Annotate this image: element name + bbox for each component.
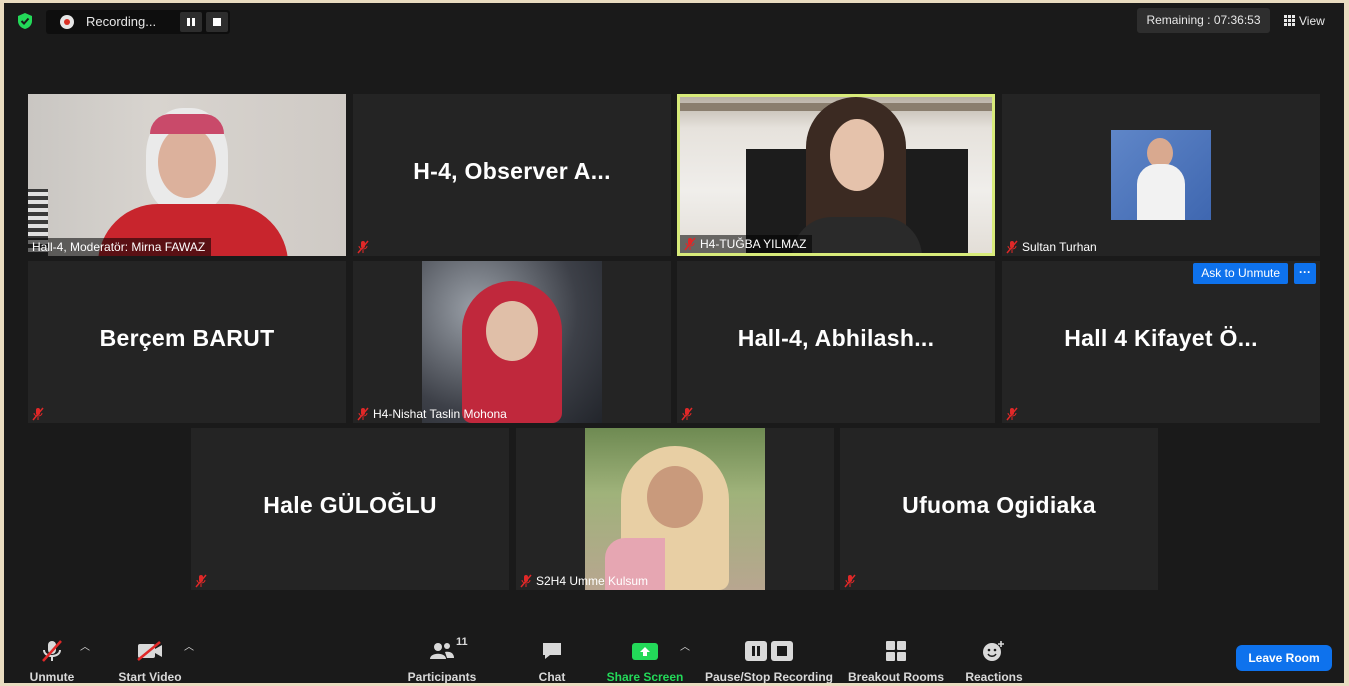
- participant-profile-picture: [585, 428, 765, 590]
- reactions-label: Reactions: [965, 670, 1023, 683]
- mic-muted-icon: [844, 574, 856, 588]
- participant-tile[interactable]: Hall-4, Moderatör: Mirna FAWAZ: [28, 94, 346, 256]
- mic-muted-icon: [32, 407, 44, 421]
- breakout-rooms-label: Breakout Rooms: [848, 670, 945, 683]
- pause-recording-button[interactable]: [180, 12, 202, 32]
- participant-tile[interactable]: S2H4 Umme Kulsum: [516, 428, 834, 590]
- grid-view-icon: [1284, 15, 1295, 26]
- participant-display-name: H-4, Observer A...: [413, 158, 611, 184]
- participant-name-label: [1002, 405, 1024, 423]
- participant-name-label: [353, 238, 375, 256]
- participant-tile[interactable]: H-4, Observer A...: [353, 94, 671, 256]
- meeting-window: Recording... Remaining : 07:36:53 View H…: [4, 3, 1344, 683]
- recording-dot-icon: [60, 15, 74, 29]
- participant-tile[interactable]: Berçem BARUT: [28, 261, 346, 423]
- mic-muted-icon: [684, 237, 696, 251]
- chat-label: Chat: [538, 670, 566, 683]
- participant-tile[interactable]: H4-Nishat Taslin Mohona: [353, 261, 671, 423]
- recording-bar: Recording...: [46, 10, 230, 34]
- breakout-rooms-icon: [886, 641, 906, 661]
- mic-muted-icon: [1006, 240, 1018, 254]
- recording-label: Recording...: [86, 14, 157, 29]
- unmute-button[interactable]: Unmute: [24, 638, 80, 683]
- breakout-rooms-button[interactable]: Breakout Rooms: [848, 638, 944, 683]
- participant-name-label: [28, 405, 50, 423]
- stop-recording-button[interactable]: [206, 12, 228, 32]
- leave-room-button[interactable]: Leave Room: [1236, 645, 1332, 671]
- reactions-button[interactable]: Reactions: [962, 638, 1026, 683]
- participant-name-label: [840, 572, 862, 590]
- participant-name-label: [191, 572, 213, 590]
- participant-name-label: Hall-4, Moderatör: Mirna FAWAZ: [28, 238, 212, 256]
- pause-stop-recording-label: Pause/Stop Recording: [704, 670, 834, 683]
- mic-muted-icon: [1006, 407, 1018, 421]
- participants-button[interactable]: 11 Participants: [404, 636, 480, 683]
- microphone-muted-icon: [42, 640, 62, 662]
- participants-icon: [430, 643, 454, 659]
- start-video-button[interactable]: Start Video: [114, 638, 186, 683]
- share-screen-button[interactable]: Share Screen: [602, 638, 688, 683]
- participant-name-label: H4-TUĞBA YILMAZ: [680, 235, 813, 253]
- chat-button[interactable]: Chat: [528, 638, 576, 683]
- mic-muted-icon: [357, 407, 369, 421]
- video-camera-off-icon: [137, 641, 162, 661]
- participant-tile-active-speaker[interactable]: H4-TUĞBA YILMAZ: [677, 94, 995, 256]
- participant-tile[interactable]: Hale GÜLOĞLU: [191, 428, 509, 590]
- participant-name-label: H4-Nishat Taslin Mohona: [353, 405, 513, 423]
- mic-muted-icon: [520, 574, 532, 588]
- participant-name-label: Sultan Turhan: [1002, 238, 1103, 256]
- participant-tile[interactable]: Hall-4, Abhilash...: [677, 261, 995, 423]
- participant-display-name: Ufuoma Ogidiaka: [902, 492, 1096, 518]
- meeting-toolbar: Unmute ︿ Start Video ︿ 11 Participants C…: [4, 628, 1344, 683]
- more-options-button[interactable]: ···: [1294, 263, 1316, 284]
- start-video-label: Start Video: [118, 670, 182, 683]
- participant-tile[interactable]: Ufuoma Ogidiaka: [840, 428, 1158, 590]
- participant-profile-picture: [1111, 130, 1211, 220]
- share-options-chevron-icon[interactable]: ︿: [680, 638, 690, 653]
- smiley-plus-icon: [983, 641, 1004, 661]
- participant-name-label: [677, 405, 699, 423]
- participant-display-name: Hale GÜLOĞLU: [263, 492, 437, 518]
- mic-muted-icon: [195, 574, 207, 588]
- pause-stop-recording-button[interactable]: Pause/Stop Recording: [704, 638, 834, 683]
- participant-profile-picture: [422, 261, 602, 423]
- security-shield-icon[interactable]: [16, 12, 34, 30]
- view-button[interactable]: View: [1284, 10, 1325, 32]
- participant-display-name: Hall-4, Abhilash...: [737, 325, 935, 351]
- video-options-chevron-icon[interactable]: ︿: [184, 638, 194, 653]
- ask-to-unmute-button[interactable]: Ask to Unmute: [1193, 263, 1288, 284]
- participant-name-label: S2H4 Umme Kulsum: [516, 572, 654, 590]
- mic-muted-icon: [681, 407, 693, 421]
- pause-stop-icon: [745, 641, 793, 661]
- share-screen-label: Share Screen: [606, 670, 684, 683]
- audio-options-chevron-icon[interactable]: ︿: [80, 638, 90, 653]
- view-label: View: [1299, 14, 1325, 28]
- chat-bubble-icon: [543, 643, 561, 659]
- share-screen-arrow-icon: [632, 643, 658, 660]
- participant-display-name: Berçem BARUT: [99, 325, 275, 351]
- unmute-label: Unmute: [29, 670, 75, 683]
- participants-label: Participants: [407, 670, 477, 683]
- participant-display-name: Hall 4 Kifayet Ö...: [1064, 325, 1258, 351]
- participant-video: [680, 97, 992, 253]
- participant-video: [28, 94, 346, 256]
- participant-tile[interactable]: Ask to Unmute ··· Hall 4 Kifayet Ö...: [1002, 261, 1320, 423]
- mic-muted-icon: [357, 240, 369, 254]
- remaining-time-badge: Remaining : 07:36:53: [1137, 8, 1270, 33]
- participant-tile[interactable]: Sultan Turhan: [1002, 94, 1320, 256]
- participants-count: 11: [456, 636, 468, 648]
